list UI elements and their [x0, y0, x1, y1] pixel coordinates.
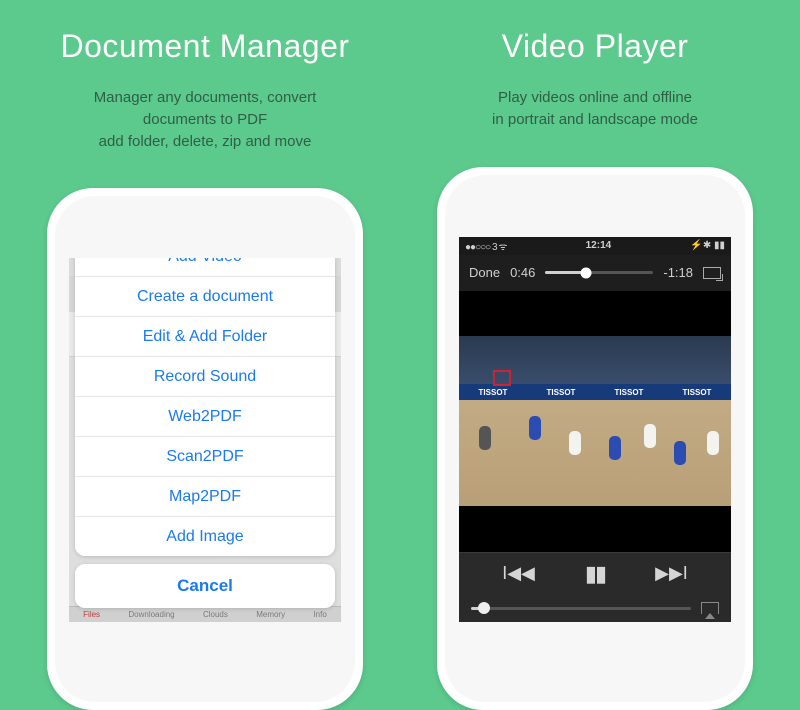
action-web2pdf[interactable]: Web2PDF: [75, 396, 335, 436]
tab-info[interactable]: Info: [313, 610, 326, 619]
status-bar: ●●○○○ 3 ᯤ 12:14 ⚡✱ ▮▮: [459, 237, 731, 255]
basketball-hoop-icon: [493, 370, 511, 386]
bottom-tabbar: Files Downloading Clouds Memory Info: [69, 606, 341, 622]
video-content: TISSOT TISSOT TISSOT TISSOT: [459, 336, 731, 506]
status-right-icons: ⚡✱ ▮▮: [690, 240, 725, 251]
referee: [479, 426, 491, 450]
phone-mock-left: ●●○○○ 3 ᯤ 12:12 ⚡✱ ▮▮: [47, 188, 363, 710]
action-add-video[interactable]: Add Video: [75, 258, 335, 276]
video-player-screen: ●●○○○ 3 ᯤ 12:14 ⚡✱ ▮▮ Done 0:46 -1:18: [459, 237, 731, 623]
screen-left: ●●○○○ 3 ᯤ 12:12 ⚡✱ ▮▮: [69, 258, 341, 622]
signal-dots-icon: ●●○○○ 3 ᯤ: [465, 239, 506, 253]
tab-clouds[interactable]: Clouds: [203, 610, 228, 619]
playback-scrubber[interactable]: [545, 271, 653, 274]
action-cancel[interactable]: Cancel: [75, 564, 335, 608]
right-heading: Video Player: [502, 28, 689, 65]
player-white: [644, 424, 656, 448]
previous-track-icon[interactable]: I◀◀: [502, 563, 535, 584]
elapsed-time: 0:46: [510, 265, 535, 280]
status-time: 12:14: [586, 240, 612, 251]
pause-icon[interactable]: ▮▮: [585, 561, 605, 587]
banner-text: TISSOT: [615, 388, 644, 397]
tab-downloading[interactable]: Downloading: [128, 610, 174, 619]
player-blue: [609, 436, 621, 460]
banner-text: TISSOT: [547, 388, 576, 397]
left-sub-line1: Manager any documents, convert: [94, 89, 317, 106]
volume-thumb-icon[interactable]: [478, 602, 490, 614]
action-add-image[interactable]: Add Image: [75, 516, 335, 556]
right-subheading: Play videos online and offline in portra…: [492, 87, 698, 131]
left-sub-line2: documents to PDF: [143, 111, 267, 128]
player-blue: [674, 441, 686, 465]
video-controls: I◀◀ ▮▮ ▶▶I: [459, 552, 731, 622]
banner-text: TISSOT: [683, 388, 712, 397]
action-create-document[interactable]: Create a document: [75, 276, 335, 316]
sponsor-banner: TISSOT TISSOT TISSOT TISSOT: [459, 384, 731, 400]
phone-mock-right: ●●○○○ 3 ᯤ 12:14 ⚡✱ ▮▮ Done 0:46 -1:18: [437, 167, 753, 710]
left-sub-line3: add folder, delete, zip and move: [99, 133, 312, 150]
airplay-icon[interactable]: [701, 602, 719, 614]
right-sub-line1: Play videos online and offline: [498, 89, 692, 106]
done-button[interactable]: Done: [469, 265, 500, 280]
left-heading: Document Manager: [60, 28, 349, 65]
video-frame[interactable]: TISSOT TISSOT TISSOT TISSOT: [459, 291, 731, 553]
screen-right: ●●○○○ 3 ᯤ 12:14 ⚡✱ ▮▮ Done 0:46 -1:18: [459, 237, 731, 623]
tab-files[interactable]: Files: [83, 610, 100, 619]
banner-text: TISSOT: [479, 388, 508, 397]
fullscreen-icon[interactable]: [703, 267, 721, 279]
action-record-sound[interactable]: Record Sound: [75, 356, 335, 396]
player-white: [707, 431, 719, 455]
action-sheet-group: Playlist Add Video Create a document Edi…: [75, 258, 335, 556]
player-white: [569, 431, 581, 455]
volume-slider[interactable]: [471, 607, 691, 610]
action-map2pdf[interactable]: Map2PDF: [75, 476, 335, 516]
tab-memory[interactable]: Memory: [256, 610, 285, 619]
scrubber-thumb-icon[interactable]: [581, 267, 592, 278]
action-scan2pdf[interactable]: Scan2PDF: [75, 436, 335, 476]
player-blue: [529, 416, 541, 440]
action-sheet: Playlist Add Video Create a document Edi…: [75, 258, 335, 608]
left-subheading: Manager any documents, convert documents…: [94, 87, 317, 152]
remaining-time: -1:18: [663, 265, 693, 280]
right-sub-line2: in portrait and landscape mode: [492, 111, 698, 128]
next-track-icon[interactable]: ▶▶I: [655, 563, 688, 584]
action-edit-add-folder[interactable]: Edit & Add Folder: [75, 316, 335, 356]
video-top-bar: Done 0:46 -1:18: [459, 255, 731, 291]
